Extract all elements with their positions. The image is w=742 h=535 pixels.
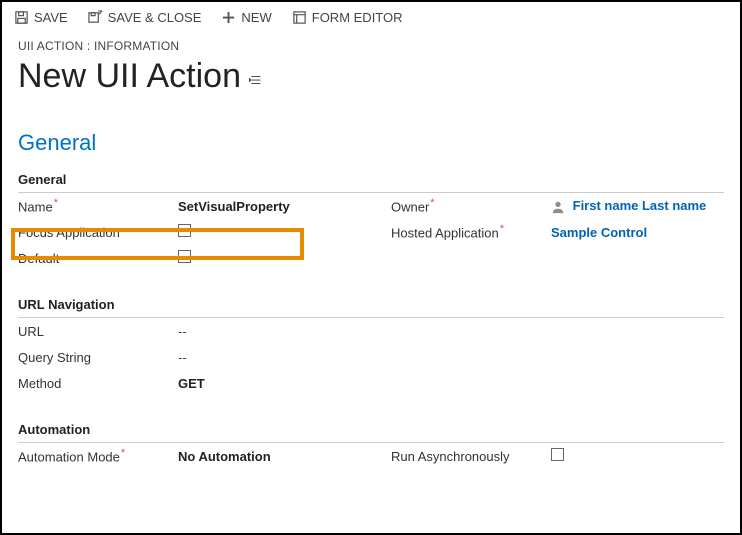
value-url[interactable]: -- bbox=[178, 324, 351, 339]
value-name[interactable]: SetVisualProperty bbox=[178, 199, 351, 214]
label-owner: Owner* bbox=[391, 197, 551, 214]
label-url: URL bbox=[18, 324, 178, 339]
subsection-general: General bbox=[18, 164, 724, 193]
new-label: NEW bbox=[241, 10, 271, 25]
value-default[interactable] bbox=[178, 250, 351, 266]
new-button[interactable]: NEW bbox=[221, 10, 271, 25]
checkbox-focus-application[interactable] bbox=[178, 224, 191, 237]
record-menu-button[interactable] bbox=[249, 73, 263, 92]
owner-link[interactable]: First name Last name bbox=[573, 198, 707, 213]
value-run-asynchronously[interactable] bbox=[551, 448, 724, 464]
label-focus-application: Focus Application bbox=[18, 225, 178, 240]
person-icon bbox=[551, 198, 569, 213]
save-icon bbox=[14, 10, 29, 25]
save-close-icon bbox=[88, 10, 103, 25]
value-query-string[interactable]: -- bbox=[178, 350, 351, 365]
label-hosted-application: Hosted Application* bbox=[391, 223, 551, 240]
checkbox-run-asynchronously[interactable] bbox=[551, 448, 564, 461]
value-automation-mode[interactable]: No Automation bbox=[178, 449, 351, 464]
plus-icon bbox=[221, 10, 236, 25]
label-method: Method bbox=[18, 376, 178, 391]
save-label: SAVE bbox=[34, 10, 68, 25]
value-hosted-application[interactable]: Sample Control bbox=[551, 225, 724, 240]
subsection-automation: Automation bbox=[18, 414, 724, 443]
page-title: New UII Action bbox=[18, 57, 241, 96]
command-bar: SAVE SAVE & CLOSE NEW FORM EDITOR bbox=[2, 2, 740, 35]
label-run-asynchronously: Run Asynchronously bbox=[391, 449, 551, 464]
checkbox-default[interactable] bbox=[178, 250, 191, 263]
label-name: Name* bbox=[18, 197, 178, 214]
save-close-label: SAVE & CLOSE bbox=[108, 10, 202, 25]
label-default: Default bbox=[18, 251, 178, 266]
label-query-string: Query String bbox=[18, 350, 178, 365]
menu-chevron-icon bbox=[249, 73, 263, 87]
save-close-button[interactable]: SAVE & CLOSE bbox=[88, 10, 202, 25]
form-editor-label: FORM EDITOR bbox=[312, 10, 403, 25]
label-automation-mode: Automation Mode* bbox=[18, 447, 178, 464]
subsection-url-navigation: URL Navigation bbox=[18, 289, 724, 318]
breadcrumb: UII ACTION : INFORMATION bbox=[18, 39, 724, 53]
section-general-heading: General bbox=[18, 130, 724, 156]
value-owner[interactable]: First name Last name bbox=[551, 198, 724, 214]
form-editor-icon bbox=[292, 10, 307, 25]
form-editor-button[interactable]: FORM EDITOR bbox=[292, 10, 403, 25]
value-focus-application[interactable] bbox=[178, 224, 351, 240]
save-button[interactable]: SAVE bbox=[14, 10, 68, 25]
value-method[interactable]: GET bbox=[178, 376, 351, 391]
